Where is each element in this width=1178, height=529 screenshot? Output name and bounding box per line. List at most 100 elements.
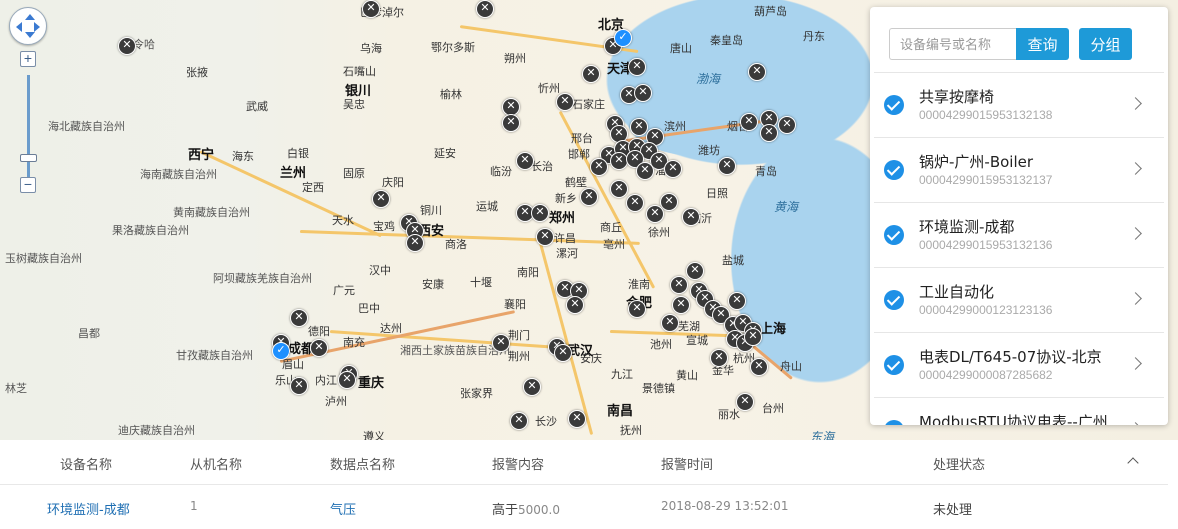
region-label: 迪庆藏族自治州 — [118, 425, 195, 437]
alarm-marker-icon[interactable]: ✕ — [568, 410, 586, 428]
city-label: 石家庄 — [572, 99, 605, 111]
alarm-marker-icon[interactable]: ✕ — [744, 328, 762, 346]
alarm-marker-icon[interactable]: ✕ — [362, 0, 380, 18]
alarm-marker-icon[interactable]: ✕ — [646, 205, 664, 223]
city-label: 丹东 — [803, 31, 825, 43]
pan-down-icon[interactable] — [25, 32, 35, 38]
device-list-item[interactable]: 锅炉-广州-Boiler 00004299015953132137 — [874, 137, 1164, 202]
alarm-marker-icon[interactable]: ✕ — [492, 334, 510, 352]
alarm-marker-icon[interactable]: ✕ — [536, 228, 554, 246]
alarm-marker-icon[interactable]: ✕ — [118, 37, 136, 55]
sea-label-yellow-sea: 黄海 — [774, 200, 799, 214]
alarm-marker-icon[interactable]: ✕ — [290, 377, 308, 395]
device-list-item[interactable]: 电表DL/T645-07协议-北京 00004299000087285682 — [874, 332, 1164, 397]
ok-marker-icon[interactable]: ✓ — [272, 342, 290, 360]
ok-marker-icon[interactable]: ✓ — [614, 29, 632, 47]
alarm-marker-icon[interactable]: ✕ — [660, 193, 678, 211]
city-label: 宝鸡 — [373, 221, 395, 233]
alarm-marker-icon[interactable]: ✕ — [510, 412, 528, 430]
zoom-track[interactable] — [27, 75, 30, 185]
city-label: 遵义 — [363, 431, 385, 440]
alarm-marker-icon[interactable]: ✕ — [523, 378, 541, 396]
region-label: 海南藏族自治州 — [140, 169, 217, 181]
region-label: 果洛藏族自治州 — [112, 225, 189, 237]
device-list-item[interactable]: 环境监测-成都 00004299015953132136 — [874, 202, 1164, 267]
alarm-marker-icon[interactable]: ✕ — [664, 160, 682, 178]
alarm-marker-icon[interactable]: ✕ — [502, 114, 520, 132]
device-id: 00004299015953132136 — [919, 238, 1053, 252]
cell-point[interactable]: 气压 — [330, 499, 356, 518]
device-list-item[interactable]: 共享按摩椅 00004299015953132138 — [874, 72, 1164, 137]
alarm-marker-icon[interactable]: ✕ — [728, 292, 746, 310]
content-value: 5000.0 — [518, 503, 561, 517]
alarm-marker-icon[interactable]: ✕ — [406, 234, 424, 252]
alarm-marker-icon[interactable]: ✕ — [556, 93, 574, 111]
zoom-in-icon[interactable]: + — [20, 51, 36, 67]
alarm-marker-icon[interactable]: ✕ — [736, 393, 754, 411]
alarm-marker-icon[interactable]: ✕ — [590, 158, 608, 176]
zoom-out-icon[interactable]: − — [20, 177, 36, 193]
alarm-marker-icon[interactable]: ✕ — [748, 63, 766, 81]
alarm-marker-icon[interactable]: ✕ — [628, 58, 646, 76]
alarm-marker-icon[interactable]: ✕ — [566, 296, 584, 314]
alarm-marker-icon[interactable]: ✕ — [672, 296, 690, 314]
device-name: 电表DL/T645-07协议-北京 — [919, 348, 1102, 366]
alarm-marker-icon[interactable]: ✕ — [290, 309, 308, 327]
alarm-marker-icon[interactable]: ✕ — [476, 0, 494, 18]
alarm-marker-icon[interactable]: ✕ — [718, 157, 736, 175]
alarm-marker-icon[interactable]: ✕ — [338, 371, 356, 389]
alarm-marker-icon[interactable]: ✕ — [372, 190, 390, 208]
alarm-marker-icon[interactable]: ✕ — [580, 188, 598, 206]
alarm-marker-icon[interactable]: ✕ — [670, 276, 688, 294]
alarm-marker-icon[interactable]: ✕ — [634, 84, 652, 102]
city-label: 巴中 — [358, 303, 380, 315]
chevron-right-icon — [1129, 162, 1142, 175]
city-label: 固原 — [343, 168, 365, 180]
city-label: 榆林 — [440, 89, 462, 101]
device-name: 工业自动化 — [919, 283, 995, 301]
city-label: 宣城 — [686, 335, 708, 347]
group-button[interactable]: 分组 — [1079, 28, 1132, 60]
alarm-table: 设备名称 从机名称 数据点名称 报警内容 报警时间 处理状态 环境监测-成都 1… — [0, 440, 1178, 529]
city-label: 汉中 — [369, 265, 391, 277]
pan-up-icon[interactable] — [25, 14, 35, 20]
alarm-marker-icon[interactable]: ✕ — [516, 152, 534, 170]
chevron-up-icon[interactable] — [1127, 457, 1139, 469]
query-button[interactable]: 查询 — [1016, 28, 1069, 60]
alarm-marker-icon[interactable]: ✕ — [310, 339, 328, 357]
alarm-marker-icon[interactable]: ✕ — [760, 124, 778, 142]
alarm-marker-icon[interactable]: ✕ — [531, 204, 549, 222]
map-pan-icon[interactable] — [9, 7, 47, 45]
device-list-item[interactable]: 工业自动化 00004299000123123136 — [874, 267, 1164, 332]
city-label: 荆门 — [508, 330, 530, 342]
alarm-marker-icon[interactable]: ✕ — [750, 358, 768, 376]
alarm-marker-icon[interactable]: ✕ — [630, 118, 648, 136]
column-header-status: 处理状态 — [933, 458, 986, 473]
alarm-marker-icon[interactable]: ✕ — [636, 162, 654, 180]
alarm-marker-icon[interactable]: ✕ — [778, 116, 796, 134]
alarm-marker-icon[interactable]: ✕ — [628, 300, 646, 318]
content-prefix: 高于 — [492, 503, 519, 518]
check-icon — [884, 290, 904, 310]
alarm-marker-icon[interactable]: ✕ — [661, 314, 679, 332]
alarm-marker-icon[interactable]: ✕ — [626, 194, 644, 212]
cell-device[interactable]: 环境监测-成都 — [47, 499, 130, 518]
city-label: 淮南 — [628, 279, 650, 291]
city-label: 许昌 — [554, 233, 576, 245]
city-label: 南充 — [343, 337, 365, 349]
alarm-marker-icon[interactable]: ✕ — [554, 344, 572, 362]
alarm-marker-icon[interactable]: ✕ — [682, 208, 700, 226]
alarm-marker-icon[interactable]: ✕ — [582, 65, 600, 83]
zoom-slider-handle[interactable] — [20, 154, 37, 162]
pan-left-icon[interactable] — [16, 22, 22, 32]
device-list-item[interactable]: ModbusRTU协议电表--广州 — [874, 397, 1164, 425]
alarm-marker-icon[interactable]: ✕ — [710, 349, 728, 367]
region-label: 甘孜藏族自治州 — [176, 350, 253, 362]
city-label: 铜川 — [420, 205, 442, 217]
pan-right-icon[interactable] — [34, 22, 40, 32]
alarm-marker-icon[interactable]: ✕ — [610, 180, 628, 198]
city-label: 长沙 — [535, 416, 557, 428]
alarm-marker-icon[interactable]: ✕ — [686, 262, 704, 280]
search-input[interactable] — [889, 28, 1016, 60]
alarm-marker-icon[interactable]: ✕ — [740, 113, 758, 131]
